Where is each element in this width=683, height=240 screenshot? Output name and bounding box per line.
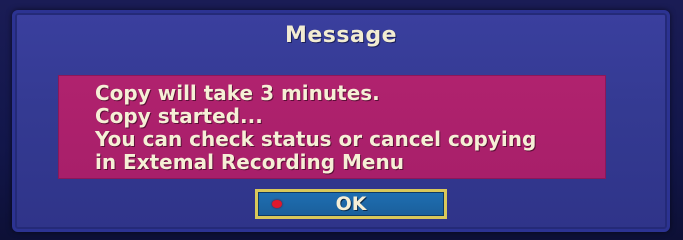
ok-button[interactable]: OK <box>255 189 447 219</box>
message-line-4: in Extemal Recording Menu <box>95 150 404 174</box>
message-body: Copy will take 3 minutes. Copy started..… <box>58 75 606 179</box>
dialog-title: Message <box>284 23 398 48</box>
message-line-2: Copy started... <box>95 104 263 128</box>
message-dialog: Message Copy will take 3 minutes. Copy s… <box>12 10 670 232</box>
ok-button-label: OK <box>335 193 367 215</box>
message-line-1: Copy will take 3 minutes. <box>95 81 380 105</box>
message-line-3: You can check status or cancel copying <box>95 127 537 151</box>
tv-screen: Message Copy will take 3 minutes. Copy s… <box>0 0 683 240</box>
